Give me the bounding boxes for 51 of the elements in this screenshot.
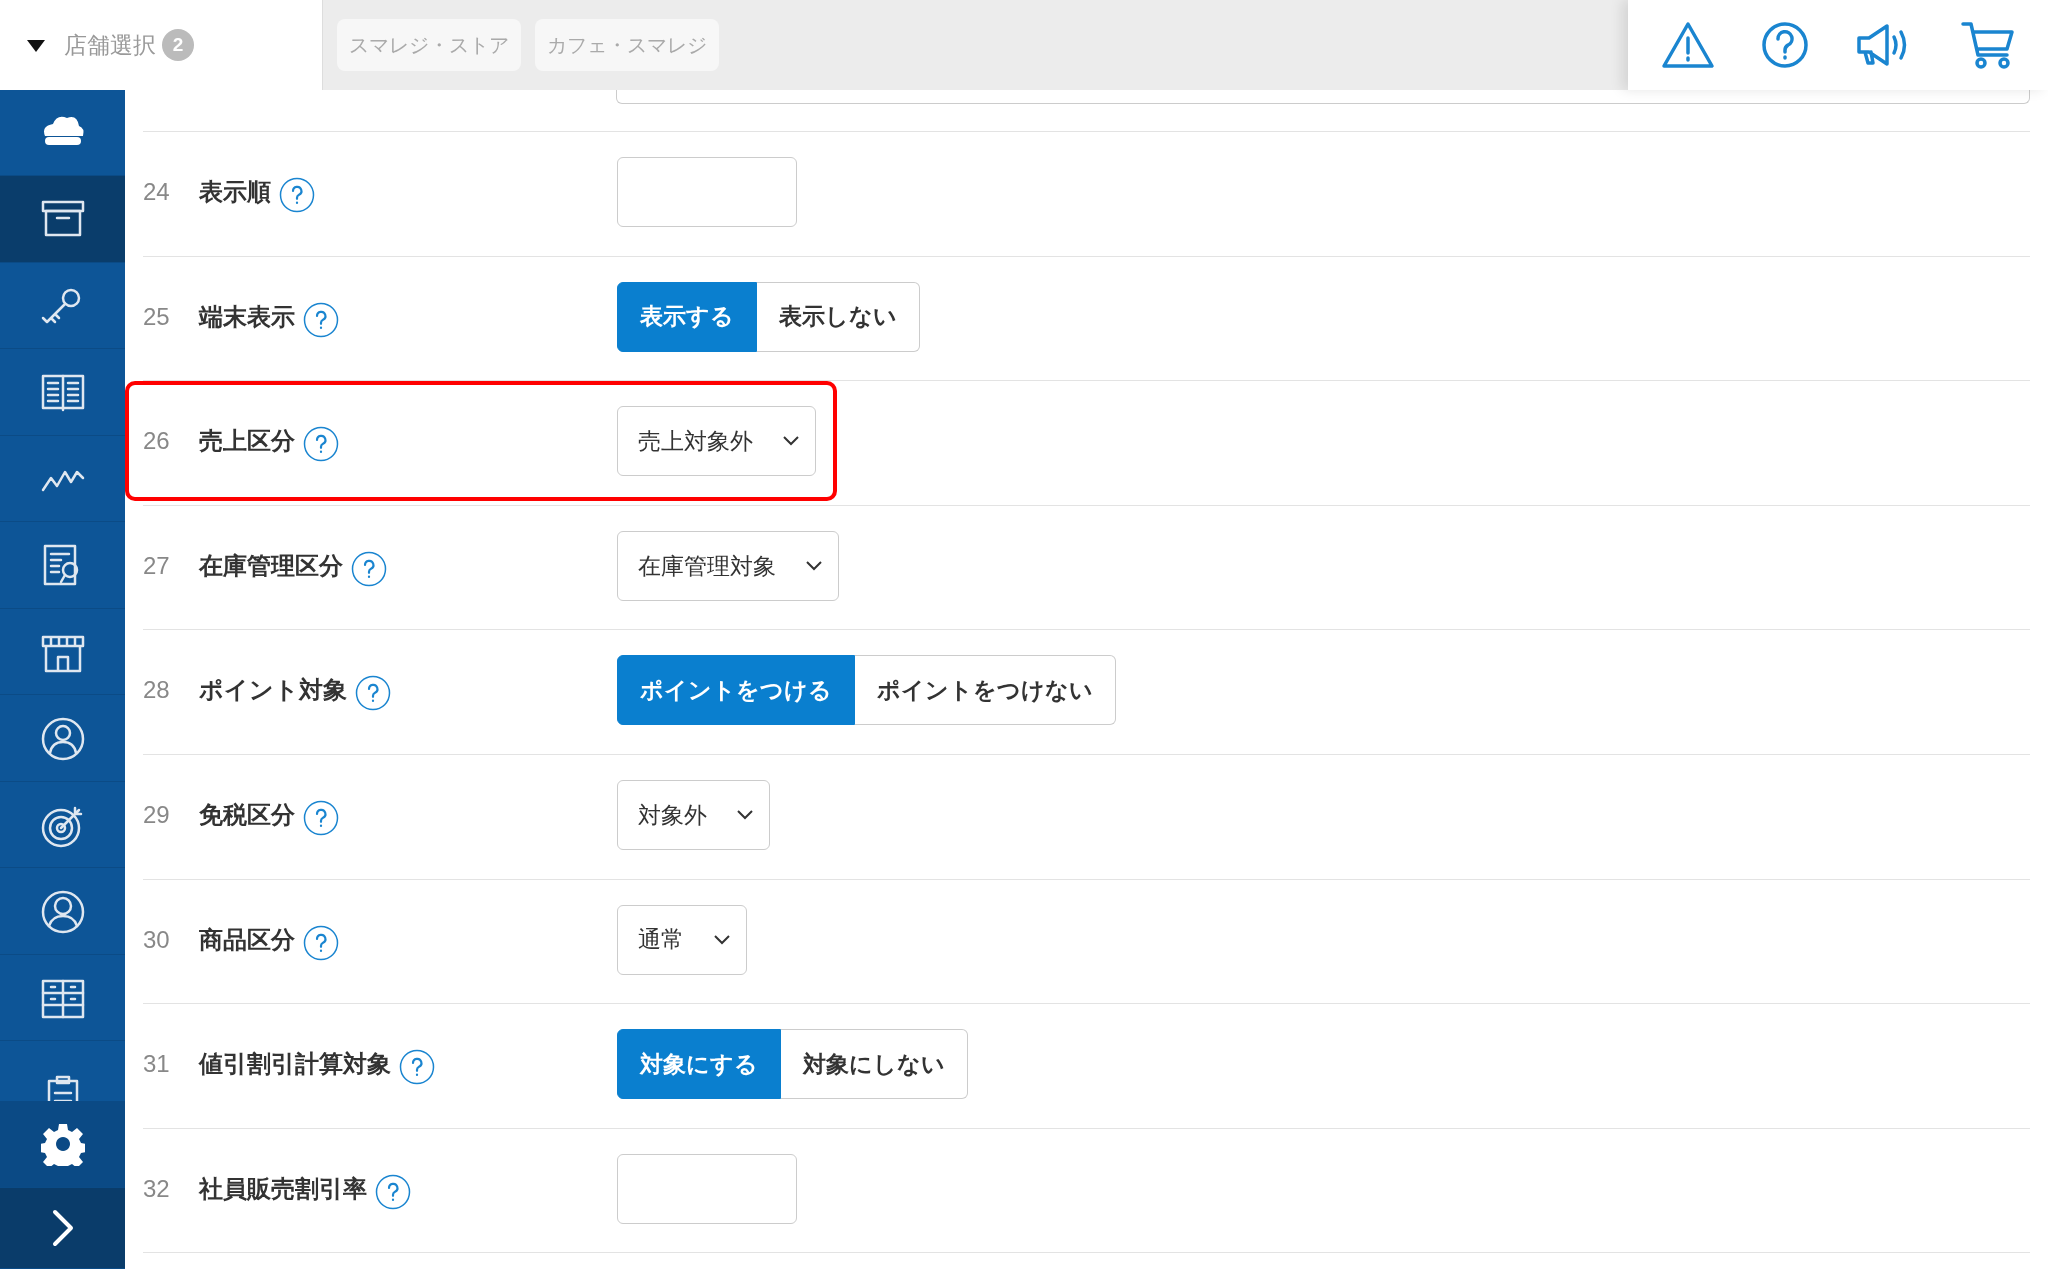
select-field[interactable]: 対象外 — [617, 779, 770, 850]
field-label: 端末表示 — [199, 301, 295, 332]
select-field[interactable]: 在庫管理対象 — [617, 530, 839, 601]
help-icon[interactable] — [1761, 21, 1809, 69]
toggle-option[interactable]: 対象にする — [617, 1029, 781, 1100]
help-icon[interactable] — [303, 426, 339, 463]
chevron-down-icon — [783, 436, 799, 447]
row-number: 29 — [143, 799, 171, 830]
row-number: 30 — [143, 924, 171, 955]
cart-icon[interactable] — [1961, 20, 2015, 70]
field-label: 社員販売割引率 — [199, 1173, 367, 1204]
field-label: 売上区分 — [199, 426, 295, 457]
field-label: 表示順 — [199, 177, 271, 207]
chevron-down-icon — [714, 934, 730, 945]
field-label: 免税区分 — [199, 799, 295, 830]
help-icon[interactable] — [399, 1049, 435, 1086]
input-field[interactable] — [617, 157, 797, 227]
row-number: 24 — [143, 177, 171, 207]
chevron-right-icon[interactable] — [50, 1208, 75, 1249]
settings-icon[interactable] — [40, 1122, 85, 1167]
field-label: ポイント対象 — [199, 675, 347, 706]
select-field[interactable]: 通常 — [617, 904, 747, 975]
help-icon[interactable] — [303, 924, 339, 961]
help-icon[interactable] — [351, 550, 387, 587]
input-field[interactable] — [617, 1153, 797, 1224]
store-count: 2 — [162, 29, 194, 61]
row-number: 28 — [143, 675, 171, 706]
toggle-option[interactable]: ポイントをつける — [617, 655, 855, 726]
row-number: 25 — [143, 301, 171, 332]
toggle-option[interactable]: ポイントをつけない — [855, 655, 1116, 726]
warning-icon[interactable] — [1661, 21, 1715, 69]
field-label: 商品区分 — [199, 924, 295, 955]
toggle-option[interactable]: 表示しない — [757, 281, 920, 352]
help-icon[interactable] — [279, 177, 315, 213]
row-number: 31 — [143, 1049, 171, 1080]
chevron-down-icon — [806, 560, 822, 571]
help-icon[interactable] — [303, 301, 339, 338]
caret-icon[interactable] — [26, 38, 46, 53]
toggle-option[interactable]: 表示する — [617, 281, 757, 352]
field-label: 値引割引計算対象 — [199, 1049, 391, 1080]
help-icon[interactable] — [303, 799, 339, 836]
input-field[interactable] — [616, 90, 2030, 104]
help-icon[interactable] — [375, 1173, 411, 1210]
row-number: 32 — [143, 1173, 171, 1204]
toggle-option[interactable]: 対象にしない — [781, 1029, 968, 1100]
chevron-down-icon — [737, 809, 753, 820]
field-label: 在庫管理区分 — [199, 550, 343, 581]
row-number: 26 — [143, 426, 171, 457]
help-icon[interactable] — [355, 675, 391, 712]
select-field[interactable]: 売上対象外 — [617, 406, 816, 477]
row-number: 27 — [143, 550, 171, 581]
